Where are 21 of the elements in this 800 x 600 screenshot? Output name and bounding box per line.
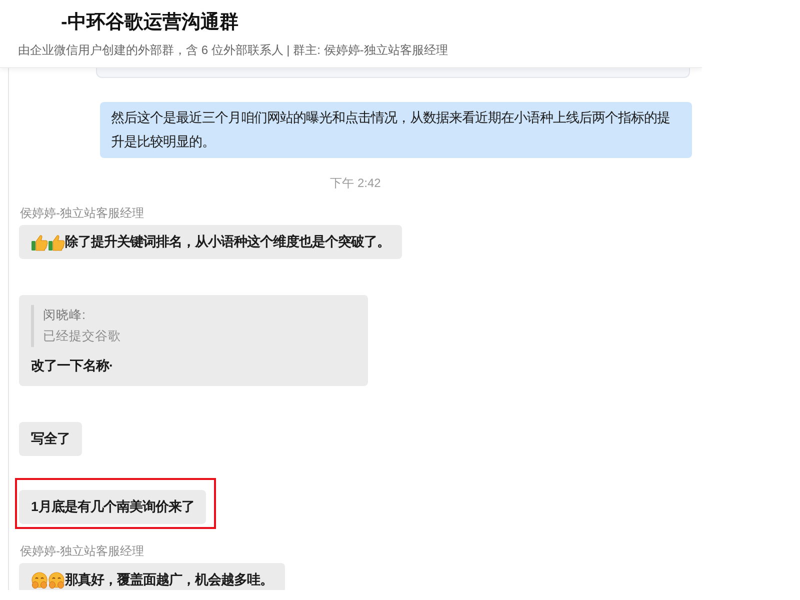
group-subtitle: 由企业微信用户创建的外部群，含 6 位外部联系人 | 群主: 侯婷婷-独立站客服经理 — [18, 42, 448, 58]
group-title: -中环谷歌运营沟通群 — [61, 10, 238, 35]
message-text: 改了一下名称· — [31, 358, 114, 373]
sender-name: 侯婷婷-独立站客服经理 — [20, 543, 144, 559]
message-bubble[interactable]: 除了提升关键词排名，从小语种这个维度也是个突破了。 — [19, 225, 402, 259]
quote-text: 已经提交谷歌 — [43, 328, 121, 345]
smiley-face-icon — [48, 572, 65, 588]
quote-author: 闵晓峰: — [43, 307, 86, 324]
message-bubble[interactable]: 然后这个是最近三个月咱们网站的曝光和点击情况，从数据来看近期在小语种上线后两个指标的提升是比较明显的。 — [100, 102, 692, 158]
smiley-face-icon — [31, 572, 48, 588]
message-time: 下午 2:42 — [330, 175, 381, 191]
message-bubble[interactable]: 1月底是有几个南美询价来了 — [19, 490, 206, 524]
message-text: 那真好，覆盖面越广，机会越多哇。 — [65, 571, 273, 589]
image-card[interactable] — [96, 68, 690, 78]
sender-name: 侯婷婷-独立站客服经理 — [20, 205, 144, 221]
quoted-message-bubble[interactable]: 闵晓峰: 已经提交谷歌 改了一下名称· — [19, 295, 368, 386]
message-text: 除了提升关键词排名，从小语种这个维度也是个突破了。 — [65, 233, 390, 251]
thumbs-up-icon — [31, 234, 48, 250]
thumbs-up-icon — [48, 234, 65, 250]
message-bubble[interactable]: 那真好，覆盖面越广，机会越多哇。 — [19, 563, 285, 590]
message-bubble[interactable]: 写全了 — [19, 422, 82, 456]
